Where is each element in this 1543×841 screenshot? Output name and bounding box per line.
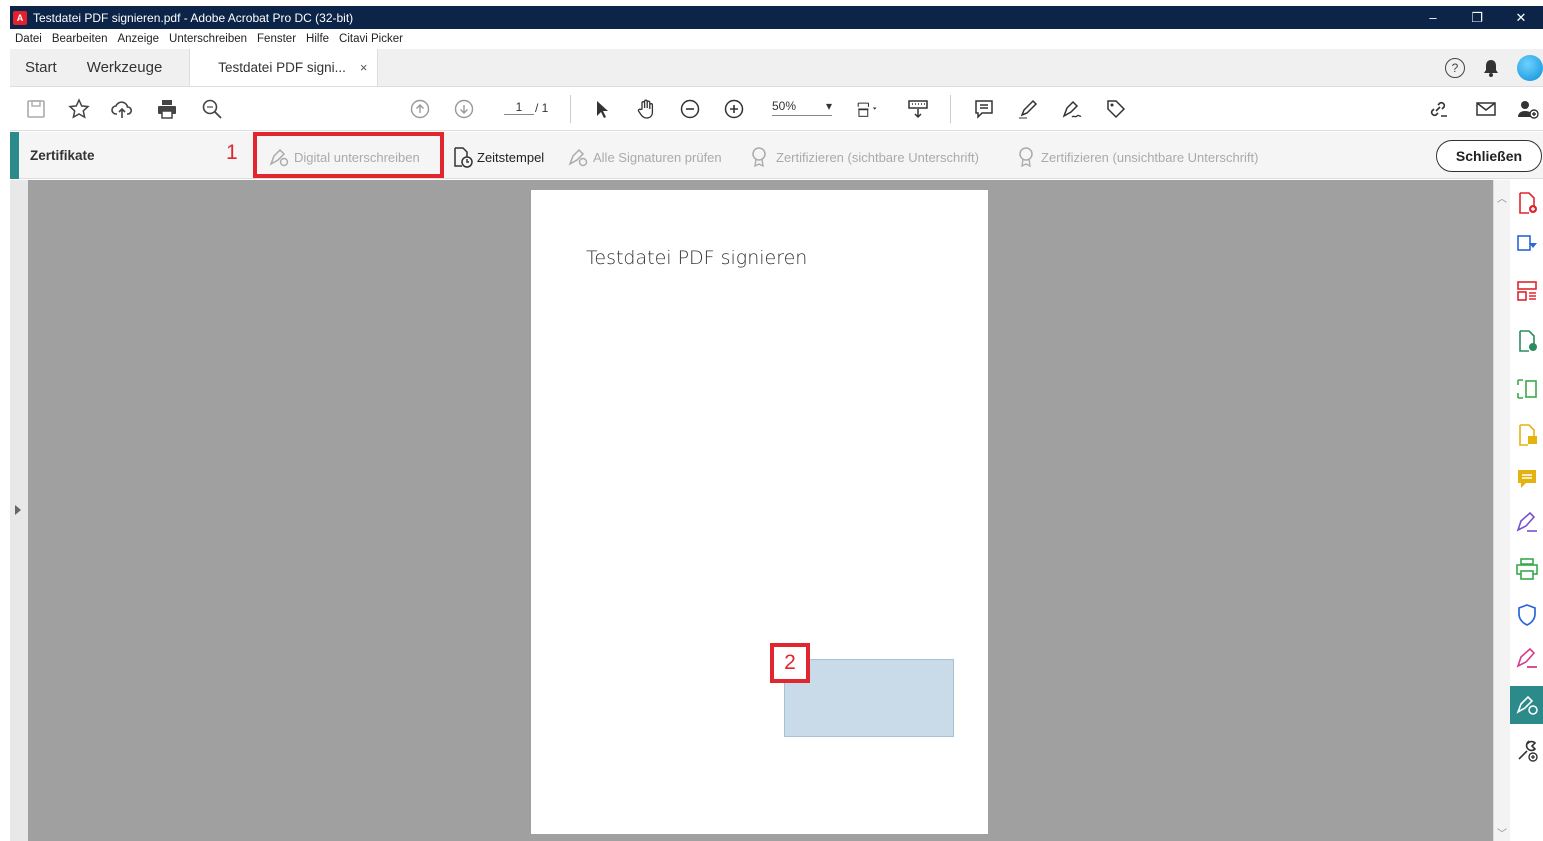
- pdf-heading: Testdatei PDF signieren: [586, 247, 808, 269]
- add-user-icon[interactable]: [1516, 97, 1540, 121]
- menu-bar: Datei Bearbeiten Anzeige Unterschreiben …: [10, 29, 1543, 49]
- timestamp-icon: [454, 147, 473, 168]
- organize-pages-icon[interactable]: [1510, 272, 1543, 310]
- expand-arrow-icon: [15, 505, 21, 515]
- print-icon[interactable]: [155, 97, 179, 121]
- bookmark-star-icon[interactable]: [67, 97, 91, 121]
- combine-files-icon[interactable]: [1510, 416, 1543, 454]
- tab-tools[interactable]: Werkzeuge: [72, 49, 178, 86]
- share-link-icon[interactable]: [1426, 97, 1450, 121]
- menu-citavi-picker[interactable]: Citavi Picker: [334, 33, 408, 45]
- comment-note-icon[interactable]: [972, 97, 996, 121]
- right-tools-panel: [1510, 180, 1543, 841]
- annotation-marker-2: 2: [770, 643, 810, 683]
- tab-bar: Start Werkzeuge Testdatei PDF signi... ×…: [10, 49, 1543, 87]
- hand-tool-icon[interactable]: [634, 97, 658, 121]
- certify-visible-button[interactable]: Zertifizieren (sichtbare Unterschrift): [750, 146, 979, 168]
- menu-unterschreiben[interactable]: Unterschreiben: [164, 33, 252, 45]
- certify-invisible-button[interactable]: Zertifizieren (unsichtbare Unterschrift): [1015, 146, 1258, 168]
- zoom-level-value: 50%: [772, 99, 797, 113]
- page-down-icon[interactable]: [452, 97, 476, 121]
- window-titlebar: A Testdatei PDF signieren.pdf - Adobe Ac…: [10, 6, 1543, 29]
- scan-ocr-icon[interactable]: [1510, 370, 1543, 408]
- sign-pen-icon[interactable]: [1060, 97, 1084, 121]
- main-toolbar: 1 / 1 50% ▾: [10, 87, 1543, 131]
- more-tools-icon[interactable]: [1510, 732, 1543, 770]
- timestamp-label: Zeitstempel: [477, 149, 545, 165]
- certify-invisible-label: Zertifizieren (unsichtbare Unterschrift): [1041, 149, 1259, 165]
- zoom-in-icon[interactable]: [722, 97, 746, 121]
- toolbar-divider: [950, 95, 951, 123]
- scroll-mode-icon[interactable]: [906, 97, 930, 121]
- help-icon[interactable]: ?: [1445, 57, 1465, 78]
- create-pdf-icon[interactable]: [1510, 184, 1543, 222]
- print-production-icon[interactable]: [1510, 550, 1543, 588]
- profile-avatar[interactable]: [1517, 54, 1543, 81]
- menu-anzeige[interactable]: Anzeige: [112, 33, 164, 45]
- timestamp-button[interactable]: Zeitstempel: [451, 146, 544, 168]
- annotation-highlight-box-1: [253, 132, 444, 178]
- save-icon[interactable]: [24, 97, 48, 121]
- toolbar-divider: [570, 95, 571, 123]
- tab-document[interactable]: Testdatei PDF signi... ×: [189, 49, 379, 86]
- minimize-button[interactable]: –: [1411, 6, 1455, 29]
- fit-page-icon[interactable]: [850, 97, 884, 121]
- certificate-ribbon-icon: [752, 147, 766, 168]
- chevron-down-icon: ▾: [825, 99, 832, 113]
- verify-all-label: Alle Signaturen prüfen: [593, 149, 722, 165]
- menu-fenster[interactable]: Fenster: [252, 33, 301, 45]
- comment-icon[interactable]: [1510, 460, 1543, 498]
- tool-title: Zertifikate: [30, 148, 95, 163]
- request-signature-icon[interactable]: [1510, 640, 1543, 678]
- certificates-toolbar: Zertifikate 1 Digital unterschreiben Zei…: [10, 132, 1543, 179]
- export-pdf-icon[interactable]: [1510, 226, 1543, 264]
- verify-all-signatures-button[interactable]: Alle Signaturen prüfen: [567, 146, 722, 168]
- cloud-upload-icon[interactable]: [110, 97, 134, 121]
- menu-hilfe[interactable]: Hilfe: [301, 33, 334, 45]
- select-cursor-icon[interactable]: [590, 97, 614, 121]
- certificates-icon[interactable]: [1510, 686, 1543, 724]
- vertical-scrollbar[interactable]: ︿ ﹀: [1493, 180, 1510, 841]
- tab-close-icon[interactable]: ×: [360, 60, 368, 75]
- edit-pdf-icon[interactable]: [1510, 322, 1543, 360]
- close-window-button[interactable]: ✕: [1499, 6, 1543, 29]
- pdf-page[interactable]: Testdatei PDF signieren: [531, 190, 988, 834]
- protect-icon[interactable]: [1510, 596, 1543, 634]
- zoom-out-icon[interactable]: [678, 97, 702, 121]
- menu-datei[interactable]: Datei: [10, 33, 47, 45]
- zoom-search-icon[interactable]: [200, 97, 224, 121]
- page-up-icon[interactable]: [408, 97, 432, 121]
- maximize-button[interactable]: ❐: [1455, 6, 1499, 29]
- tab-start[interactable]: Start: [10, 49, 72, 86]
- zoom-level-select[interactable]: 50% ▾: [772, 99, 832, 116]
- menu-bearbeiten[interactable]: Bearbeiten: [47, 33, 113, 45]
- certificate-ribbon-icon: [1019, 147, 1033, 168]
- tool-accent-strip: [10, 132, 19, 179]
- tag-edit-icon[interactable]: [1104, 97, 1128, 121]
- scroll-down-icon[interactable]: ﹀: [1497, 825, 1507, 840]
- close-tool-button[interactable]: Schließen: [1436, 140, 1542, 172]
- scroll-up-icon[interactable]: ︿: [1497, 190, 1507, 205]
- bell-icon[interactable]: [1483, 59, 1499, 77]
- fill-sign-icon[interactable]: [1510, 504, 1543, 542]
- tab-document-label: Testdatei PDF signi...: [218, 60, 346, 75]
- page-total-label: / 1: [535, 101, 549, 115]
- left-panel-toggle[interactable]: [10, 180, 28, 841]
- page-number-input[interactable]: 1: [504, 100, 534, 115]
- highlight-pen-icon[interactable]: [1016, 97, 1040, 121]
- certify-visible-label: Zertifizieren (sichtbare Unterschrift): [776, 149, 979, 165]
- email-icon[interactable]: [1474, 97, 1498, 121]
- acrobat-app-icon: A: [13, 10, 27, 25]
- annotation-marker-1: 1: [226, 141, 238, 164]
- verify-signatures-icon: [568, 148, 588, 167]
- window-title: Testdatei PDF signieren.pdf - Adobe Acro…: [33, 10, 354, 25]
